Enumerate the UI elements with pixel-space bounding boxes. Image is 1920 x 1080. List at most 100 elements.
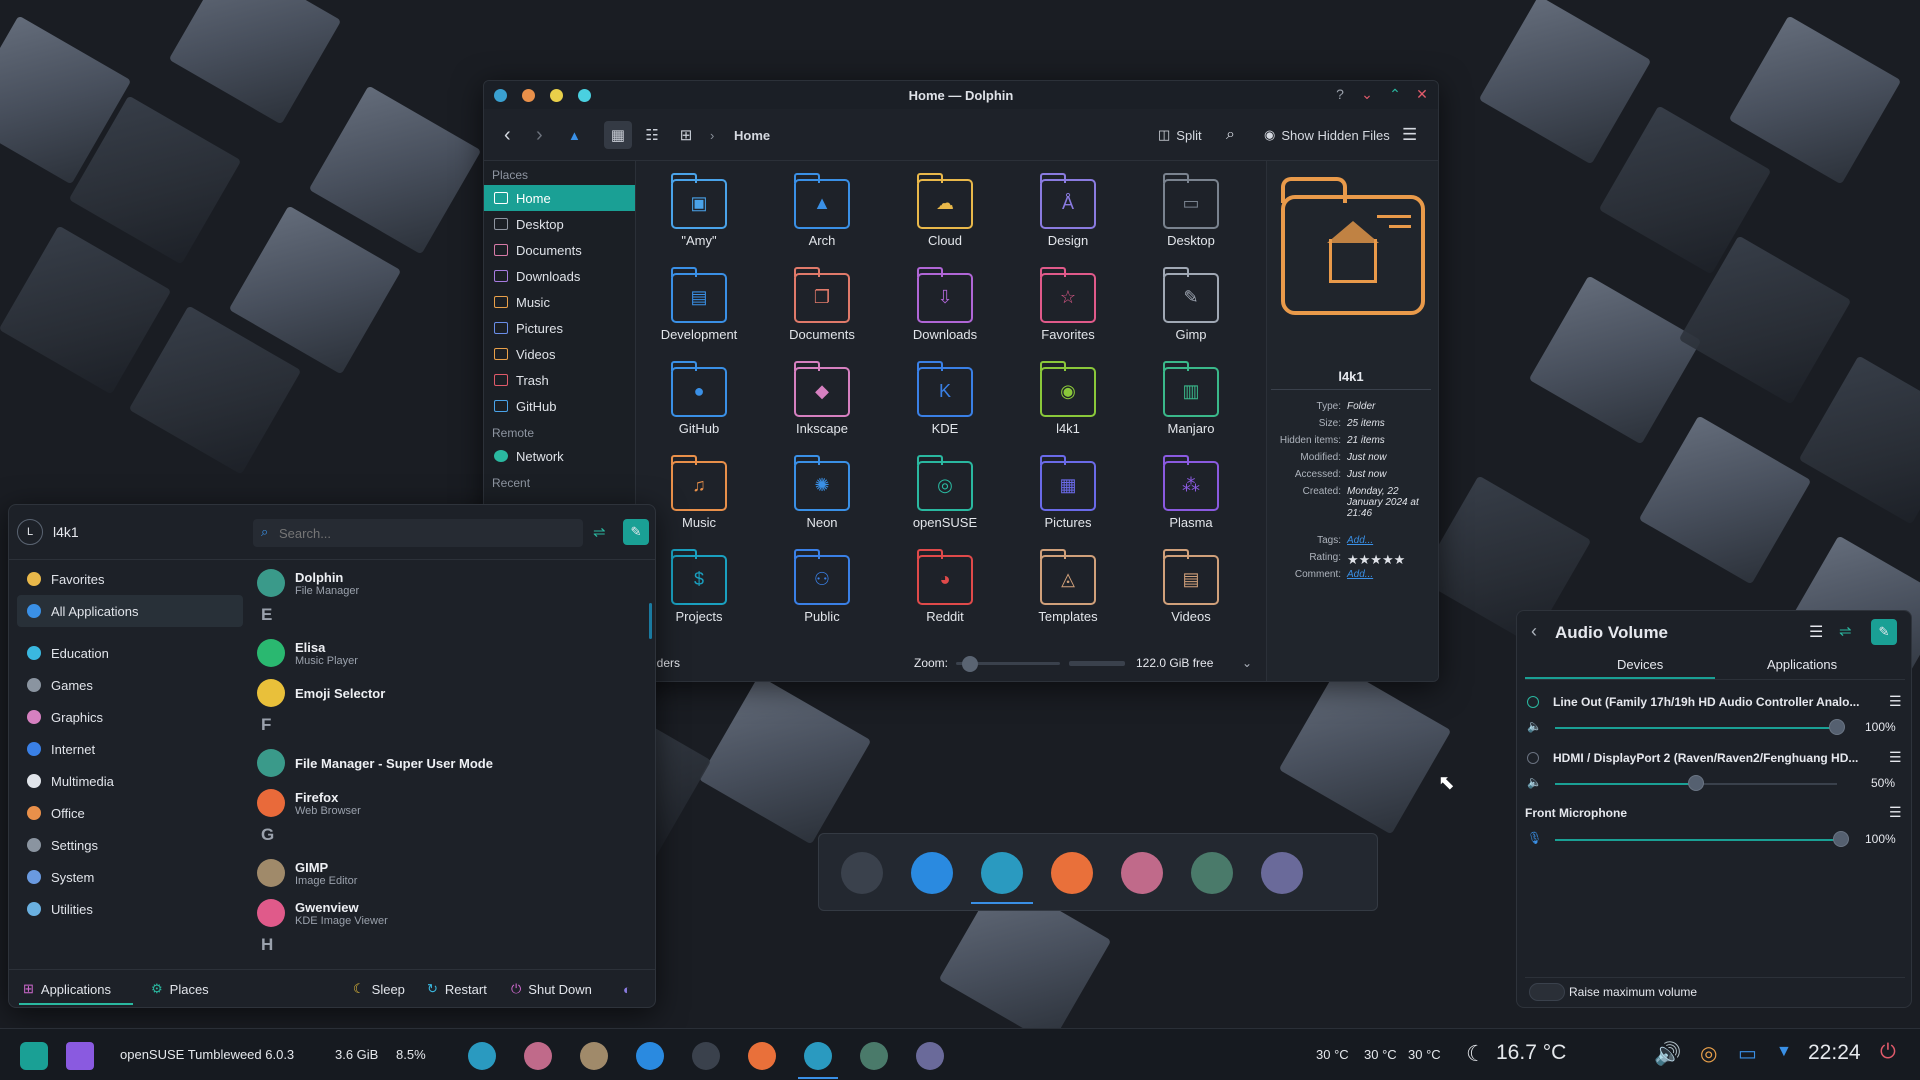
mic-slider[interactable] (1555, 839, 1837, 841)
shutdown-button[interactable]: ⏻ Shut Down (511, 971, 592, 1007)
close-icon[interactable]: ✕ (1412, 86, 1432, 103)
speaker-icon[interactable]: 🔈 (1527, 775, 1542, 789)
info-value[interactable]: Add... (1347, 535, 1435, 546)
tab-applications[interactable]: Applications (1767, 657, 1837, 672)
app-list-item[interactable]: Dolphin File Manager (257, 569, 359, 597)
folder-item[interactable]: ✎ Gimp (1136, 263, 1246, 355)
configure-icon[interactable]: ⇌ (593, 523, 606, 541)
device-radio[interactable] (1527, 752, 1539, 764)
restart-button[interactable]: ↻ Restart (427, 971, 487, 1007)
folder-item[interactable]: ☁ Cloud (890, 169, 1000, 261)
microphone-icon[interactable]: 🎙 (1527, 831, 1542, 845)
device-volume-slider[interactable] (1555, 783, 1696, 785)
help-button[interactable]: ? (1330, 86, 1350, 102)
places-item-github[interactable]: GitHub (484, 393, 635, 419)
task-app-icon[interactable] (916, 1042, 944, 1070)
compact-view-icon[interactable]: ☷ (638, 121, 666, 149)
folder-item[interactable]: ◬ Templates (1013, 545, 1123, 637)
places-item-music[interactable]: Music (484, 289, 635, 315)
places-item-documents[interactable]: Documents (484, 237, 635, 263)
settings-icon[interactable] (692, 1042, 720, 1070)
chevron-down-icon[interactable]: ⌄ (1242, 656, 1252, 670)
dolphin-icon[interactable] (981, 852, 1023, 894)
up-icon[interactable]: ▲ (568, 121, 581, 149)
volume-icon[interactable]: 🔊 (1654, 1041, 1681, 1067)
category-settings[interactable]: Settings (17, 829, 243, 861)
search-icon[interactable]: ⌕ (1226, 121, 1235, 149)
category-graphics[interactable]: Graphics (17, 701, 243, 733)
places-item-downloads[interactable]: Downloads (484, 263, 635, 289)
folder-item[interactable]: ◎ openSUSE (890, 451, 1000, 543)
avatar[interactable]: L (17, 519, 43, 545)
folder-item[interactable]: $ Projects (644, 545, 754, 637)
app-list-item[interactable]: GIMP Image Editor (257, 859, 357, 887)
minimize-icon[interactable]: ⌄ (1357, 86, 1377, 103)
device-radio[interactable] (1527, 696, 1539, 708)
app-list-item[interactable]: File Manager - Super User Mode (257, 749, 493, 777)
folder-item[interactable]: ▤ Development (644, 263, 754, 355)
app-icon[interactable] (1261, 852, 1303, 894)
places-item-trash[interactable]: Trash (484, 367, 635, 393)
folder-item[interactable]: ▲ Arch (767, 169, 877, 261)
discover-icon[interactable] (636, 1042, 664, 1070)
category-system[interactable]: System (17, 861, 243, 893)
app-icon[interactable] (1121, 852, 1163, 894)
mic-slider-handle[interactable] (1833, 831, 1849, 847)
pin-icon[interactable]: ✎ (1871, 619, 1897, 645)
device-slider-handle[interactable] (1688, 775, 1704, 791)
folder-item[interactable]: Å Design (1013, 169, 1123, 261)
category-utilities[interactable]: Utilities (17, 893, 243, 925)
speaker-icon[interactable]: 🔈 (1527, 719, 1542, 733)
task-app-icon[interactable] (468, 1042, 496, 1070)
pin-icon[interactable]: ✎ (623, 519, 649, 545)
weather-icon[interactable]: ☾ (1466, 1041, 1486, 1067)
system-settings-icon[interactable] (841, 852, 883, 894)
menu-icon[interactable] (66, 1042, 94, 1070)
configure-icon[interactable]: ⇌ (1839, 622, 1852, 640)
network-icon[interactable]: ▭ (1738, 1041, 1757, 1066)
back-icon[interactable]: ‹ (504, 121, 511, 149)
weather-temp[interactable]: 16.7 °C (1496, 1041, 1566, 1065)
category-favorites[interactable]: Favorites (17, 563, 243, 595)
category-internet[interactable]: Internet (17, 733, 243, 765)
logout-icon[interactable]: ⏻ (1880, 1041, 1896, 1064)
category-office[interactable]: Office (17, 797, 243, 829)
scrollbar[interactable] (649, 603, 652, 639)
discover-shop-icon[interactable] (911, 852, 953, 894)
info-value[interactable]: ★★★★★ (1347, 552, 1435, 568)
folder-item[interactable]: ▭ Desktop (1136, 169, 1246, 261)
folder-item[interactable]: K KDE (890, 357, 1000, 449)
folder-item[interactable]: ♫ Music (644, 451, 754, 543)
raise-volume-toggle[interactable] (1529, 983, 1565, 1001)
icons-view-icon[interactable]: ▦ (604, 121, 632, 149)
tray-expand-icon[interactable]: ▼ (1776, 1043, 1792, 1061)
folder-item[interactable]: ▦ Pictures (1013, 451, 1123, 543)
app-list-item[interactable]: Firefox Web Browser (257, 789, 361, 817)
folder-item[interactable]: ⚇ Public (767, 545, 877, 637)
task-app-icon[interactable] (524, 1042, 552, 1070)
places-item-pictures[interactable]: Pictures (484, 315, 635, 341)
app-list-item[interactable]: Elisa Music Player (257, 639, 358, 667)
clock[interactable]: 22:24 (1808, 1041, 1861, 1065)
folder-item[interactable]: ⁂ Plasma (1136, 451, 1246, 543)
folder-item[interactable]: ● GitHub (644, 357, 754, 449)
folder-item[interactable]: ▣ "Amy" (644, 169, 754, 261)
maximize-icon[interactable]: ⌃ (1385, 86, 1405, 103)
updates-icon[interactable]: ◎ (1700, 1041, 1717, 1066)
mic-menu-icon[interactable]: ☰ (1889, 804, 1902, 821)
category-multimedia[interactable]: Multimedia (17, 765, 243, 797)
folder-item[interactable]: ◕ Reddit (890, 545, 1000, 637)
device-menu-icon[interactable]: ☰ (1889, 749, 1902, 766)
search-input[interactable] (279, 523, 569, 543)
category-games[interactable]: Games (17, 669, 243, 701)
folder-item[interactable]: ▥ Manjaro (1136, 357, 1246, 449)
device-slider-handle[interactable] (1829, 719, 1845, 735)
info-icon[interactable] (1191, 852, 1233, 894)
leave-button[interactable]: ◐ (623, 971, 631, 1007)
gimp-icon[interactable] (580, 1042, 608, 1070)
category-education[interactable]: Education (17, 637, 243, 669)
search-box[interactable]: ⌕ (253, 519, 583, 547)
firefox-icon[interactable] (1051, 852, 1093, 894)
forward-icon[interactable]: › (536, 121, 543, 149)
device-volume-slider[interactable] (1555, 727, 1837, 729)
